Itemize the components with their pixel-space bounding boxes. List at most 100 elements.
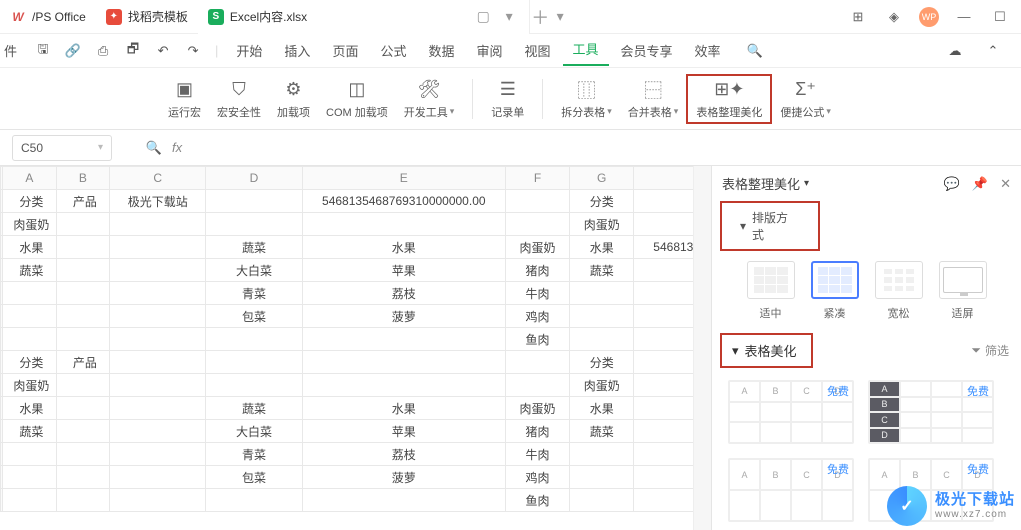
menu-start[interactable]: 开始 xyxy=(226,37,272,64)
search-icon[interactable]: 🔍 xyxy=(741,37,769,65)
cell[interactable] xyxy=(56,420,109,443)
cell[interactable] xyxy=(206,213,302,236)
cell[interactable]: 苹果 xyxy=(302,420,505,443)
cell[interactable] xyxy=(206,328,302,351)
cell[interactable]: 产品 xyxy=(56,190,109,213)
cell[interactable] xyxy=(570,328,634,351)
print-icon[interactable]: ⎙ xyxy=(89,37,117,65)
cell[interactable] xyxy=(56,397,109,420)
table-row[interactable]: 青菜荔枝牛肉 xyxy=(1,443,712,466)
cell[interactable]: 水果 xyxy=(302,397,505,420)
app-switcher-icon[interactable]: ⊞ xyxy=(847,6,869,28)
file-menu-partial[interactable]: 件 xyxy=(4,37,27,64)
col-header[interactable]: F xyxy=(505,167,569,190)
cell[interactable]: 蔬菜 xyxy=(3,420,56,443)
cell[interactable]: 苹果 xyxy=(302,259,505,282)
cell[interactable] xyxy=(110,397,206,420)
cell[interactable]: 水果 xyxy=(570,397,634,420)
filter-button[interactable]: ⏷ 筛选 xyxy=(971,342,1009,359)
cell[interactable]: 荔枝 xyxy=(302,443,505,466)
cell[interactable] xyxy=(56,466,109,489)
cell[interactable]: 水果 xyxy=(3,236,56,259)
cell[interactable]: 蔬菜 xyxy=(570,420,634,443)
cell[interactable] xyxy=(3,489,56,512)
cell[interactable] xyxy=(110,236,206,259)
maximize-button[interactable]: ☐ xyxy=(989,6,1011,28)
table-row[interactable]: 包菜菠萝鸡肉 xyxy=(1,305,712,328)
menu-tools[interactable]: 工具 xyxy=(563,35,609,66)
cell[interactable]: 包菜 xyxy=(206,305,302,328)
menu-page[interactable]: 页面 xyxy=(322,37,368,64)
spreadsheet-grid[interactable]: A B C D E F G 分类产品极光下载站54681354687693100… xyxy=(0,166,711,512)
col-header[interactable]: C xyxy=(110,167,206,190)
panel-title[interactable]: 表格整理美化 ▾ xyxy=(722,174,809,193)
cell[interactable] xyxy=(570,282,634,305)
close-icon[interactable]: ✕ xyxy=(1000,176,1011,192)
cell[interactable] xyxy=(302,374,505,397)
cell[interactable]: 肉蛋奶 xyxy=(505,236,569,259)
tab-dropdown-icon[interactable]: ▾ xyxy=(499,8,519,25)
dev-tools-button[interactable]: 🛠开发工具▾ xyxy=(396,76,463,122)
table-row[interactable]: 鱼肉 xyxy=(1,489,712,512)
cell[interactable]: 蔬菜 xyxy=(206,236,302,259)
table-row[interactable]: 肉蛋奶肉蛋奶 xyxy=(1,213,712,236)
minimize-button[interactable]: — xyxy=(953,6,975,28)
cell[interactable] xyxy=(110,282,206,305)
table-row[interactable]: 水果蔬菜水果肉蛋奶水果 xyxy=(1,397,712,420)
table-row[interactable]: 水果蔬菜水果肉蛋奶水果5468135 xyxy=(1,236,712,259)
cell[interactable]: 大白菜 xyxy=(206,420,302,443)
record-form-button[interactable]: ☰记录单 xyxy=(483,76,532,122)
cell[interactable] xyxy=(110,443,206,466)
cell[interactable] xyxy=(56,282,109,305)
cell[interactable] xyxy=(56,236,109,259)
cell[interactable]: 分类 xyxy=(570,190,634,213)
cell[interactable] xyxy=(56,328,109,351)
menu-data[interactable]: 数据 xyxy=(418,37,464,64)
avatar[interactable]: WP xyxy=(919,7,939,27)
cell[interactable] xyxy=(110,489,206,512)
table-row[interactable]: 包菜菠萝鸡肉 xyxy=(1,466,712,489)
merge-table-button[interactable]: ⿱合并表格▾ xyxy=(620,76,687,122)
cell[interactable]: 荔枝 xyxy=(302,282,505,305)
cell[interactable]: 包菜 xyxy=(206,466,302,489)
cell[interactable] xyxy=(56,305,109,328)
cell[interactable]: 肉蛋奶 xyxy=(3,213,56,236)
cell[interactable] xyxy=(110,420,206,443)
cell[interactable] xyxy=(505,351,569,374)
cell[interactable]: 极光下载站 xyxy=(110,190,206,213)
cell[interactable] xyxy=(505,213,569,236)
cell[interactable]: 蔬菜 xyxy=(206,397,302,420)
cell[interactable]: 肉蛋奶 xyxy=(3,374,56,397)
menu-formula[interactable]: 公式 xyxy=(370,37,416,64)
cell[interactable]: 鱼肉 xyxy=(505,328,569,351)
run-macro-button[interactable]: ▣运行宏 xyxy=(160,76,209,122)
cell[interactable] xyxy=(505,374,569,397)
menu-insert[interactable]: 插入 xyxy=(274,37,320,64)
layout-loose[interactable]: 宽松 xyxy=(875,261,923,321)
fx-label[interactable]: fx xyxy=(172,140,182,155)
tab-list-dropdown[interactable]: ▾ xyxy=(550,8,570,25)
cell[interactable]: 水果 xyxy=(3,397,56,420)
chevron-down-icon[interactable]: ▾ xyxy=(98,142,103,153)
cell[interactable] xyxy=(3,282,56,305)
cell[interactable] xyxy=(505,190,569,213)
cell[interactable]: 肉蛋奶 xyxy=(505,397,569,420)
col-header[interactable]: B xyxy=(56,167,109,190)
new-tab-button[interactable]: ＋ xyxy=(530,4,550,30)
cell[interactable] xyxy=(56,443,109,466)
tab-wps-home[interactable]: W /PS Office xyxy=(0,0,96,34)
menu-review[interactable]: 审阅 xyxy=(466,37,512,64)
cell[interactable] xyxy=(302,213,505,236)
cell[interactable] xyxy=(570,489,634,512)
cell[interactable]: 青菜 xyxy=(206,443,302,466)
cell[interactable] xyxy=(206,489,302,512)
cell[interactable] xyxy=(110,374,206,397)
layout-fit[interactable]: 适中 xyxy=(747,261,795,321)
cell[interactable] xyxy=(56,489,109,512)
cell[interactable]: 青菜 xyxy=(206,282,302,305)
tab-template[interactable]: ✦ 找稻壳模板 xyxy=(96,0,198,34)
section-beautify-title[interactable]: ▾ 表格美化 xyxy=(720,333,813,368)
cell[interactable]: 鸡肉 xyxy=(505,466,569,489)
theme-option[interactable]: 免费 A B C D xyxy=(868,380,994,444)
cell[interactable] xyxy=(110,213,206,236)
